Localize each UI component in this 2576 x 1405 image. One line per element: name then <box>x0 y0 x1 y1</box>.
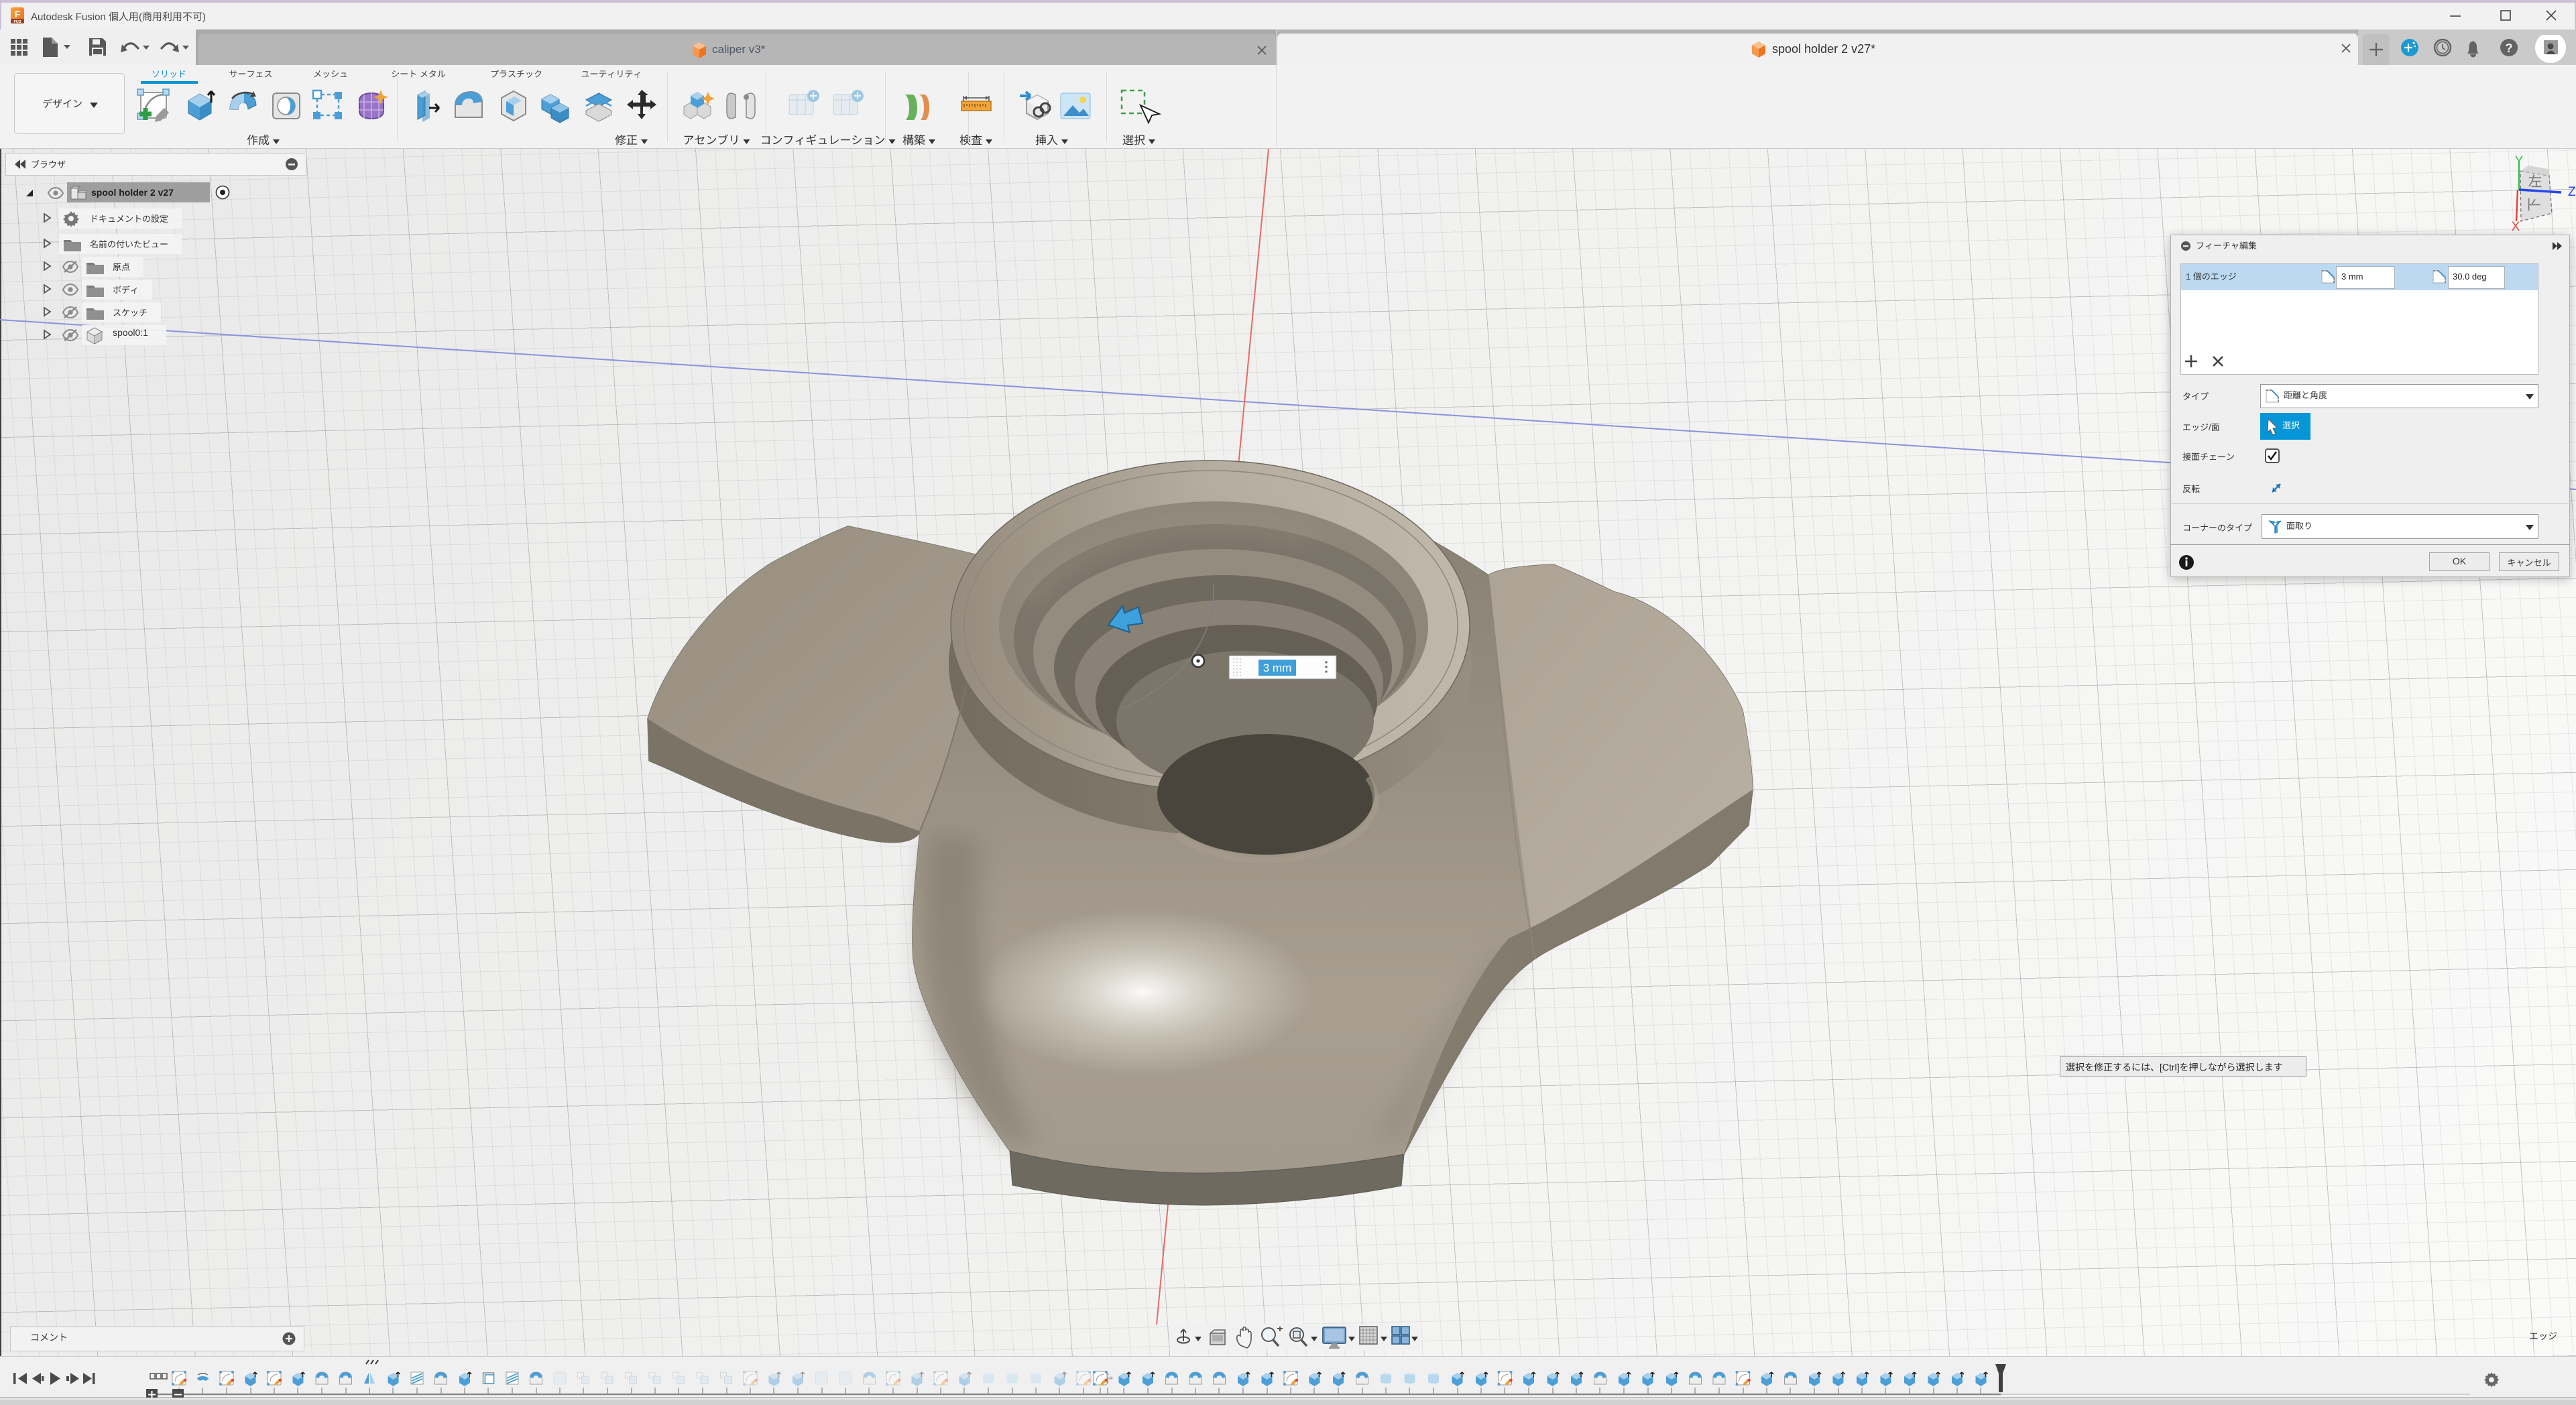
svg-text:F: F <box>15 9 21 19</box>
svg-text:X: X <box>2512 220 2520 234</box>
svg-text:FUS: FUS <box>14 20 21 23</box>
svg-text:Z: Z <box>2568 185 2576 199</box>
svg-text:Y: Y <box>2515 154 2524 168</box>
svg-text:?: ? <box>2506 42 2513 55</box>
svg-text:3 mm: 3 mm <box>1263 662 1292 674</box>
